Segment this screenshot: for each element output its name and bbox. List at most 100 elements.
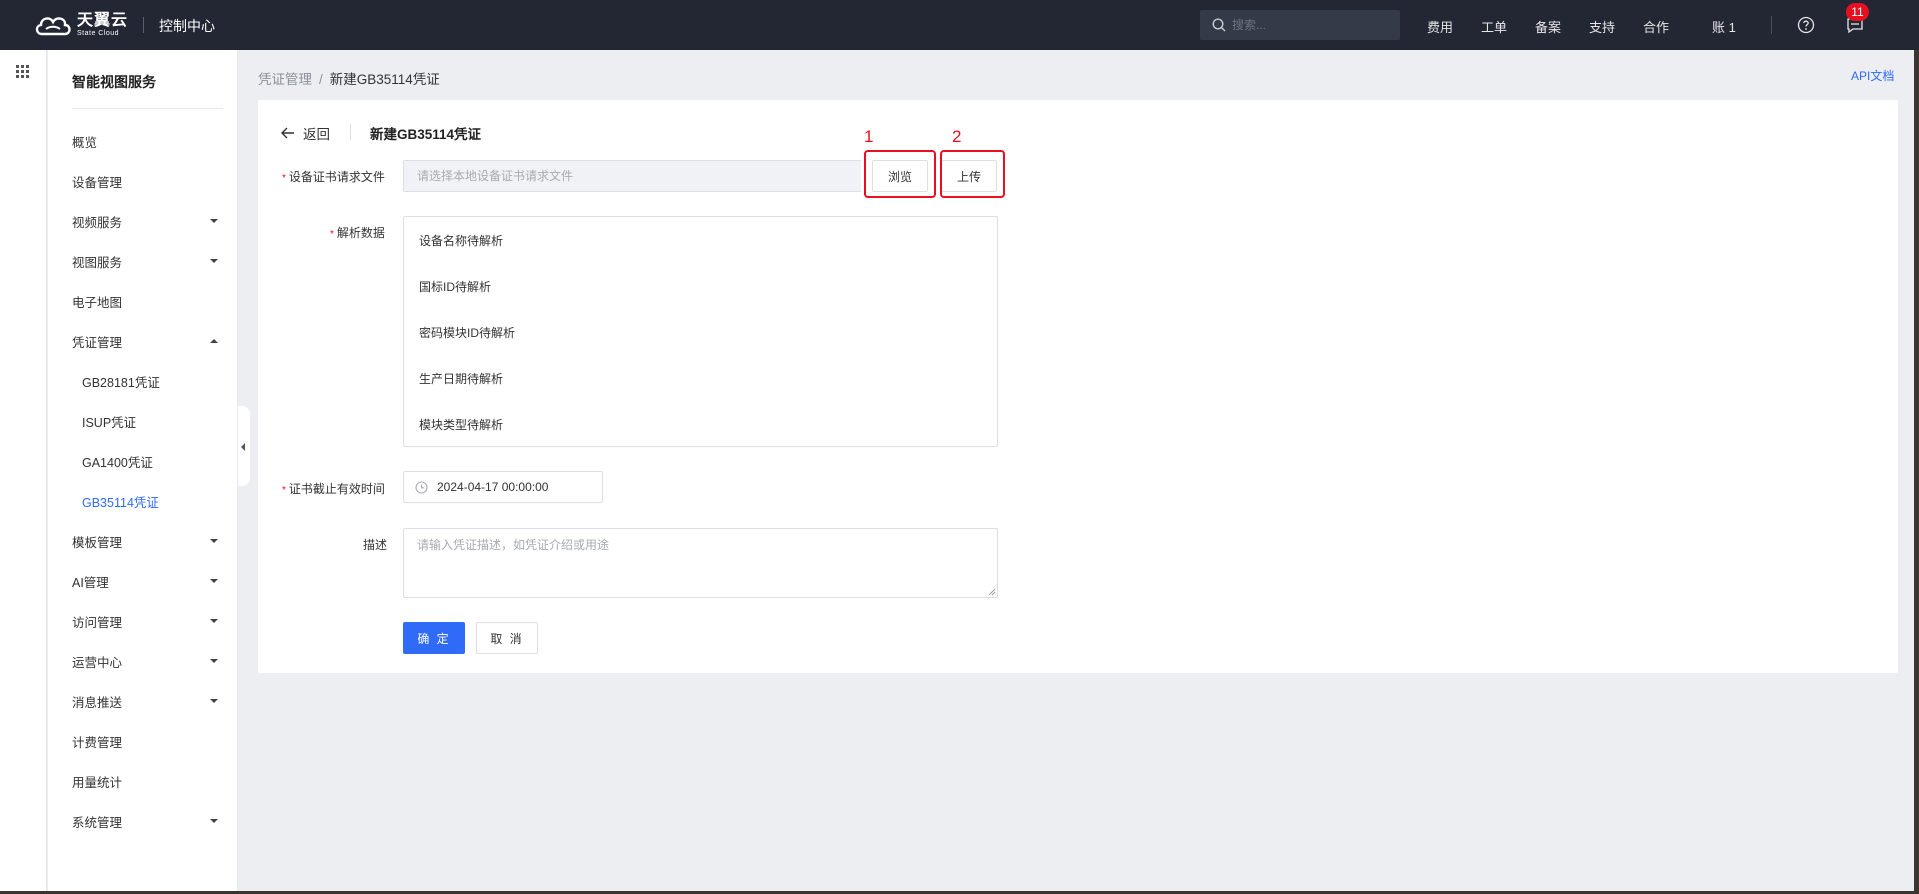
product-grid-icon[interactable] [16,65,29,78]
notification-count-badge: 11 [1846,3,1869,21]
console-title[interactable]: 控制中心 [159,16,215,36]
sidebar-item-label: GA1400凭证 [82,455,153,470]
sidebar-collapse-toggle[interactable] [238,406,250,486]
chevron-down-icon [210,619,218,623]
sidebar-item-overview[interactable]: 概览 [48,121,238,161]
expiry-label-text: 证书截止有效时间 [288,482,385,496]
sidebar-item-video-service[interactable]: 视频服务 [48,201,238,241]
back-button[interactable]: 返回 [281,123,330,143]
nav-billing[interactable]: 费用 [1427,17,1453,36]
expiry-datetime-picker[interactable]: 2024-04-17 00:00:00 [403,471,603,503]
parse-crypto-module-id: 密码模块ID待解析 [419,326,516,340]
sidebar-item-ga1400[interactable]: GA1400凭证 [48,441,238,481]
nav-partner[interactable]: 合作 [1643,17,1669,36]
sidebar-item-notifications[interactable]: 消息推送 [48,681,238,721]
sidebar-item-label: 设备管理 [72,175,123,190]
required-asterisk: * [330,229,334,240]
chevron-down-icon [210,539,218,543]
sidebar-item-ai[interactable]: AI管理 [48,561,238,601]
logo-english-text: State Cloud [77,30,120,37]
nav-tickets[interactable]: 工单 [1481,17,1507,36]
annotation-label-2: 2 [952,127,962,146]
sidebar-item-label: 计费管理 [72,735,123,750]
logo-chinese-text: 天翼云 [77,12,129,29]
sidebar-item-operations[interactable]: 运营中心 [48,641,238,681]
expiry-value: 2024-04-17 00:00:00 [437,480,549,494]
account-menu[interactable]: 账 1 [1712,17,1736,36]
sidebar-item-label: 访问管理 [72,615,123,630]
description-textarea[interactable] [403,528,998,598]
sidebar-item-label: GB35114凭证 [82,495,159,510]
nav-support[interactable]: 支持 [1589,17,1615,36]
parse-field-label: * 解析数据 [330,224,385,241]
breadcrumb-parent-link[interactable]: 凭证管理 [258,72,312,87]
service-sidebar: 智能视图服务 概览 设备管理 视频服务 视图服务 电子地图 凭证管理 GB281… [48,50,238,894]
parse-label-text: 解析数据 [336,226,385,240]
sidebar-item-credentials[interactable]: 凭证管理 [48,321,238,361]
required-asterisk: * [282,173,286,184]
sidebar-item-label: 用量统计 [72,775,123,790]
resize-handle-icon[interactable] [988,588,996,596]
chevron-down-icon [210,659,218,663]
chevron-up-icon [210,339,218,343]
sidebar-item-view-service[interactable]: 视图服务 [48,241,238,281]
sidebar-item-access[interactable]: 访问管理 [48,601,238,641]
global-search[interactable] [1200,10,1400,40]
title-divider [350,124,351,140]
search-input[interactable] [1232,18,1392,32]
annotation-label-1: 1 [864,127,874,146]
sidebar-item-label: 系统管理 [72,815,123,830]
chevron-down-icon [210,259,218,263]
search-icon [1212,18,1226,32]
topbar-separator [1771,16,1772,34]
sidebar-item-templates[interactable]: 模板管理 [48,521,238,561]
sidebar-item-billing[interactable]: 计费管理 [48,721,238,761]
sidebar-item-devices[interactable]: 设备管理 [48,161,238,201]
sidebar-divider [72,108,223,109]
sidebar-item-label: 视图服务 [72,255,123,270]
sidebar-item-label: 运营中心 [72,655,123,670]
parse-national-id: 国标ID待解析 [419,280,492,294]
clock-icon [415,480,428,494]
sidebar-item-label: 电子地图 [72,295,123,310]
parse-production-date: 生产日期待解析 [419,372,504,386]
top-navigation-bar: 天翼云 State Cloud 控制中心 费用 工单 备案 支持 合作 账 1 … [0,0,1919,50]
sidebar-title: 智能视图服务 [72,74,156,90]
parse-device-name: 设备名称待解析 [419,234,504,248]
back-label: 返回 [303,127,330,142]
cloud-logo-icon [35,17,71,36]
annotation-box-1 [864,150,936,198]
nav-filing[interactable]: 备案 [1535,17,1561,36]
certificate-file-input[interactable] [403,160,861,192]
page-title: 新建GB35114凭证 [370,127,482,142]
annotation-box-2 [940,150,1005,198]
sidebar-item-label: GB28181凭证 [82,375,160,390]
required-asterisk: * [282,485,286,496]
chevron-down-icon [210,699,218,703]
sidebar-item-gb28181[interactable]: GB28181凭证 [48,361,238,401]
chevron-down-icon [210,579,218,583]
breadcrumb: 凭证管理 / 新建GB35114凭证 [258,68,440,88]
sidebar-item-isup[interactable]: ISUP凭证 [48,401,238,441]
sidebar-item-map[interactable]: 电子地图 [48,281,238,321]
arrow-left-icon [281,127,294,139]
expiry-field-label: * 证书截止有效时间 [282,480,385,497]
confirm-button[interactable]: 确 定 [403,622,465,654]
sidebar-item-label: 消息推送 [72,695,123,710]
state-cloud-logo[interactable]: 天翼云 State Cloud [33,12,128,38]
product-switcher-strip [0,50,47,894]
sidebar-item-usage[interactable]: 用量统计 [48,761,238,801]
window-edge [1914,50,1919,894]
sidebar-item-label: 视频服务 [72,215,123,230]
sidebar-item-label: 凭证管理 [72,335,123,350]
sidebar-item-gb35114[interactable]: GB35114凭证 [48,481,238,521]
chevron-down-icon [210,219,218,223]
api-doc-link[interactable]: API文档 [1851,67,1894,84]
help-icon[interactable] [1797,16,1815,34]
cancel-button[interactable]: 取 消 [476,622,538,654]
parse-module-type: 模块类型待解析 [419,418,504,432]
topbar-divider [143,17,144,33]
sidebar-item-label: AI管理 [72,575,109,590]
sidebar-item-system[interactable]: 系统管理 [48,801,238,841]
parsed-data-panel: 设备名称待解析 国标ID待解析 密码模块ID待解析 生产日期待解析 模块类型待解… [403,216,998,447]
